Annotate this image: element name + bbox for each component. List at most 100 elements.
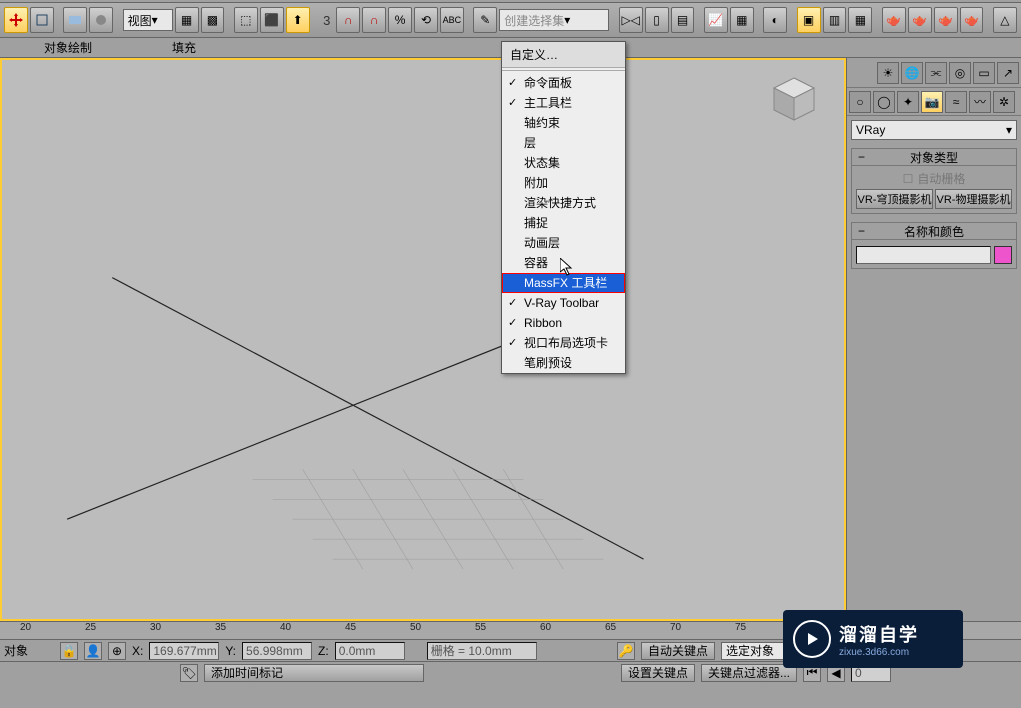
tool-btn-6[interactable]: ▩ <box>201 7 225 33</box>
object-type-rollout-header[interactable]: −对象类型 <box>851 148 1017 166</box>
context-menu-item-5[interactable]: 附加 <box>502 173 625 193</box>
systems-icon[interactable]: ✲ <box>993 91 1015 113</box>
target-icon[interactable]: ◎ <box>949 62 971 84</box>
num3-label: 3 <box>319 13 334 28</box>
y-label: Y: <box>225 644 236 658</box>
name-color-rollout-header[interactable]: −名称和颜色 <box>851 222 1017 240</box>
timeline-tick: 40 <box>280 622 291 633</box>
auto-key-btn[interactable]: 自动关键点 <box>641 642 715 660</box>
auto-grid-check[interactable]: ☐ 自动栅格 <box>856 170 1012 187</box>
timeline-tick: 30 <box>150 622 161 633</box>
context-menu-item-12[interactable]: ✓Ribbon <box>502 313 625 333</box>
context-menu-item-3[interactable]: 层 <box>502 133 625 153</box>
tag-icon[interactable]: 🏷 <box>180 664 198 682</box>
context-menu-item-6[interactable]: 渲染快捷方式 <box>502 193 625 213</box>
abc-btn[interactable]: ABC <box>440 7 464 33</box>
view-cube[interactable] <box>764 70 824 130</box>
vr-dome-camera-btn[interactable]: VR-穹顶摄影机 <box>856 189 933 209</box>
grid-display: 栅格 = 10.0mm <box>427 642 537 660</box>
brand-title: 溜溜自学 <box>839 621 919 647</box>
schematic-btn[interactable]: ▦ <box>730 7 754 33</box>
snap-btn-2[interactable]: ∩ <box>362 7 386 33</box>
teapot1-btn[interactable]: 🫖 <box>882 7 906 33</box>
link-icon[interactable]: ⫘ <box>925 62 947 84</box>
spacewarps-icon[interactable]: 〰 <box>969 91 991 113</box>
context-menu-item-14[interactable]: 笔刷预设 <box>502 353 625 373</box>
axis-icon[interactable]: ⊕ <box>108 642 126 660</box>
layer-btn[interactable]: ▤ <box>671 7 695 33</box>
shapes-icon[interactable]: ◯ <box>873 91 895 113</box>
select-move-btn[interactable] <box>4 7 28 33</box>
z-input[interactable]: 0.0mm <box>335 642 405 660</box>
add-time-tag-btn[interactable]: 添加时间标记 <box>204 664 424 682</box>
percent-btn[interactable]: % <box>388 7 412 33</box>
context-menu-item-9[interactable]: 容器 <box>502 253 625 273</box>
view-combo-label: 视图 <box>128 12 152 29</box>
x-input[interactable]: 169.677mm <box>149 642 219 660</box>
lights-icon[interactable]: ✦ <box>897 91 919 113</box>
context-menu-item-4[interactable]: 状态集 <box>502 153 625 173</box>
tool-btn-end[interactable]: △ <box>993 7 1017 33</box>
context-menu-item-13[interactable]: ✓视口布局选项卡 <box>502 333 625 353</box>
key-filters-btn[interactable]: 关键点过滤器... <box>701 664 797 682</box>
object-name-input[interactable] <box>856 246 991 264</box>
graph-btn[interactable]: 📈 <box>704 7 728 33</box>
teapot2-btn[interactable]: 🫖 <box>908 7 932 33</box>
tool-btn-8[interactable]: ⬛ <box>260 7 284 33</box>
context-menu-item-0[interactable]: ✓命令面板 <box>502 73 625 93</box>
tool-btn-7[interactable]: ⬚ <box>234 7 258 33</box>
tool-btn-9[interactable]: ⬆ <box>286 7 310 33</box>
context-menu-item-2[interactable]: 轴约束 <box>502 113 625 133</box>
context-menu-item-7[interactable]: 捕捉 <box>502 213 625 233</box>
create-category-row: ○ ◯ ✦ 📷 ≈ 〰 ✲ <box>847 88 1021 116</box>
set-keys-btn[interactable]: 设置关键点 <box>621 664 695 682</box>
person-icon[interactable]: 👤 <box>84 642 102 660</box>
context-menu-item-8[interactable]: 动画层 <box>502 233 625 253</box>
lock-icon[interactable]: 🔒 <box>60 642 78 660</box>
context-menu-item-10[interactable]: MassFX 工具栏 <box>502 273 625 293</box>
context-menu-header[interactable]: 自定义… <box>502 42 625 68</box>
fill-label: 填充 <box>172 39 196 56</box>
y-input[interactable]: 56.998mm <box>242 642 312 660</box>
object-type-rollout: ☐ 自动栅格 VR-穹顶摄影机 VR-物理摄影机 <box>851 166 1017 214</box>
key-icon[interactable]: 🔑 <box>617 642 635 660</box>
helpers-icon[interactable]: ≈ <box>945 91 967 113</box>
renderer-combo[interactable]: VRay▾ <box>851 120 1017 140</box>
tool-btn-3[interactable] <box>63 7 87 33</box>
teapot4-btn[interactable]: 🫖 <box>960 7 984 33</box>
auto-grid-label: 自动栅格 <box>917 170 965 187</box>
mirror-btn[interactable]: ▷◁ <box>619 7 643 33</box>
screen-icon[interactable]: ▭ <box>973 62 995 84</box>
snap-btn-1[interactable]: ∩ <box>336 7 360 33</box>
render-setup-btn[interactable]: ▣ <box>797 7 821 33</box>
selection-set-combo[interactable]: 创建选择集 ▾ <box>499 9 609 31</box>
globe-icon[interactable]: 🌐 <box>901 62 923 84</box>
timeline-tick: 25 <box>85 622 96 633</box>
object-type-title: 对象类型 <box>910 149 958 166</box>
sun-icon[interactable]: ☀ <box>877 62 899 84</box>
context-menu-item-1[interactable]: ✓主工具栏 <box>502 93 625 113</box>
x-label: X: <box>132 644 143 658</box>
object-color-swatch[interactable] <box>994 246 1012 264</box>
tool-btn-r3[interactable]: ▦ <box>848 7 872 33</box>
view-combo[interactable]: 视图 ▾ <box>123 9 173 31</box>
perspective-viewport[interactable] <box>0 58 846 621</box>
timeline-tick: 65 <box>605 622 616 633</box>
selection-set-label: 创建选择集 <box>504 12 564 29</box>
material-btn[interactable]: ◐ <box>763 7 787 33</box>
tool-btn-2[interactable] <box>30 7 54 33</box>
edit-named-btn[interactable]: ✎ <box>473 7 497 33</box>
vr-physical-camera-btn[interactable]: VR-物理摄影机 <box>935 189 1012 209</box>
context-menu-item-11[interactable]: ✓V-Ray Toolbar <box>502 293 625 313</box>
render-frame-btn[interactable]: ▥ <box>823 7 847 33</box>
geometry-icon[interactable]: ○ <box>849 91 871 113</box>
teapot3-btn[interactable]: 🫖 <box>934 7 958 33</box>
tool-btn-5[interactable]: ▦ <box>175 7 199 33</box>
cameras-icon[interactable]: 📷 <box>921 91 943 113</box>
timeline-tick: 70 <box>670 622 681 633</box>
expand-icon[interactable]: ↗ <box>997 62 1019 84</box>
spinner-btn[interactable]: ⟲ <box>414 7 438 33</box>
tool-btn-4[interactable] <box>89 7 113 33</box>
timeline-tick: 75 <box>735 622 746 633</box>
align-btn[interactable]: ▯ <box>645 7 669 33</box>
